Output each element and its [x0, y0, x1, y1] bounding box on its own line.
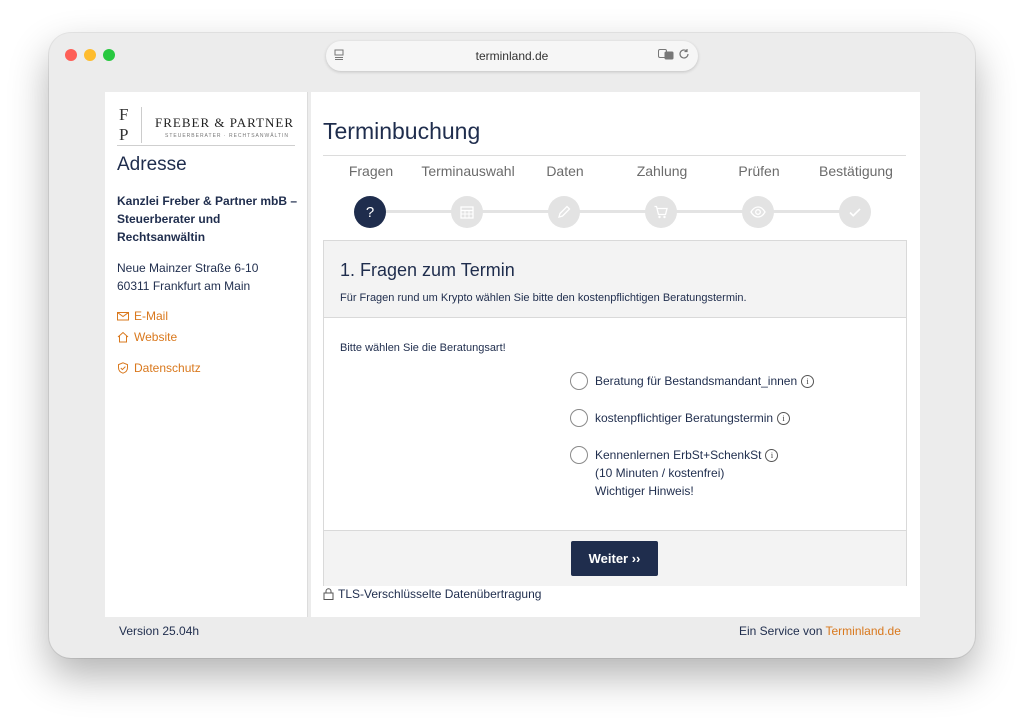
logo-divider — [141, 107, 142, 143]
title-divider — [323, 155, 906, 156]
firm-logo: F P FREBER & PARTNER STEUERBERATER · REC… — [119, 105, 299, 147]
progress-track — [367, 210, 861, 213]
shield-check-icon — [118, 362, 128, 374]
url-text[interactable]: terminland.de — [476, 49, 549, 63]
option-kostenpflichtig[interactable]: kostenpflichtiger Beratungstermin i — [570, 409, 791, 427]
info-icon[interactable]: i — [765, 449, 779, 463]
card-footer: Weiter ›› — [324, 530, 906, 586]
step-label-pruefen: Prüfen — [738, 163, 780, 179]
option-detail: (10 Minuten / kostenfrei) — [595, 466, 725, 480]
window-controls — [65, 49, 115, 61]
privacy-link[interactable]: Datenschutz — [117, 361, 201, 375]
step-daten-pencil-icon — [548, 196, 580, 228]
logo-name: FREBER & PARTNER — [155, 115, 294, 130]
card-subtitle: Für Fragen rund um Krypto wählen Sie bit… — [340, 292, 747, 304]
address-city: 60311 Frankfurt am Main — [117, 279, 251, 293]
version-label: Version 25.04h — [119, 624, 200, 638]
step-zahlung-cart-icon — [645, 196, 677, 228]
step-label-terminauswahl: Terminauswahl — [421, 163, 515, 179]
sidebar-divider — [117, 145, 295, 146]
minimize-window-button[interactable] — [84, 49, 96, 61]
tls-note: TLS-Verschlüsselte Datenübertragung — [323, 587, 541, 601]
radio-button[interactable] — [570, 446, 588, 464]
step-bestaetigung-check-icon — [839, 196, 871, 228]
card-header: 1. Fragen zum Termin Für Fragen rund um … — [324, 241, 906, 318]
step-label-bestaetigung: Bestätigung — [819, 163, 893, 179]
consultation-type-prompt: Bitte wählen Sie die Beratungsart! — [340, 342, 506, 354]
next-button[interactable]: Weiter ›› — [571, 541, 658, 576]
radio-button[interactable] — [570, 372, 588, 390]
website-link[interactable]: Website — [117, 330, 177, 344]
step-label-zahlung: Zahlung — [636, 163, 688, 179]
logo-monogram: F P — [119, 105, 129, 144]
postal-address: Neue Mainzer Straße 6-10 60311 Frankfurt… — [117, 259, 258, 295]
step-pruefen-eye-icon — [742, 196, 774, 228]
address-bar[interactable]: terminland.de — [326, 41, 698, 71]
page-title: Terminbuchung — [323, 118, 481, 144]
home-icon — [117, 331, 129, 343]
option-bestandsmandanten[interactable]: Beratung für Bestandsmandant_innen i — [570, 372, 815, 390]
option-hint-link[interactable]: Wichtiger Hinweis! — [595, 482, 778, 500]
sidebar-heading: Adresse — [117, 154, 187, 175]
option-label[interactable]: kostenpflichtiger Beratungstermin — [595, 411, 773, 425]
questions-card: 1. Fragen zum Termin Für Fragen rund um … — [323, 240, 907, 586]
close-window-button[interactable] — [65, 49, 77, 61]
firm-name: Kanzlei Freber & Partner mbB – Steuerber… — [117, 194, 298, 244]
zoom-window-button[interactable] — [103, 49, 115, 61]
step-label-fragen: Fragen — [348, 163, 394, 179]
step-label-daten: Daten — [546, 163, 584, 179]
step-fragen-question-icon: ? — [354, 196, 386, 228]
lock-icon — [323, 588, 334, 600]
reload-icon[interactable] — [678, 48, 690, 60]
translate-icon[interactable] — [658, 48, 674, 60]
radio-button[interactable] — [570, 409, 588, 427]
service-credit: Ein Service von Terminland.de — [739, 624, 901, 638]
terminland-link[interactable]: Terminland.de — [826, 624, 901, 638]
info-icon[interactable]: i — [777, 412, 791, 426]
option-label[interactable]: Beratung für Bestandsmandant_innen — [595, 374, 797, 388]
email-link[interactable]: E-Mail — [117, 309, 168, 323]
info-icon[interactable]: i — [801, 375, 815, 389]
logo-tagline: STEUERBERATER · RECHTSANWÄLTIN — [165, 133, 289, 139]
tab-overview-icon[interactable] — [334, 49, 344, 61]
address-sidebar: F P FREBER & PARTNER STEUERBERATER · REC… — [105, 92, 308, 617]
step-terminauswahl-calendar-icon — [451, 196, 483, 228]
option-label[interactable]: Kennenlernen ErbSt+SchenkSt — [595, 448, 761, 462]
address-street: Neue Mainzer Straße 6-10 — [117, 261, 259, 275]
option-kennenlernen[interactable]: Kennenlernen ErbSt+SchenkSt i (10 Minuten… — [570, 446, 779, 500]
envelope-icon — [117, 312, 129, 321]
browser-window: terminland.de F P FREBER & PARTNER STEUE… — [49, 33, 975, 658]
card-title: 1. Fragen zum Termin — [340, 260, 515, 280]
booking-panel: Terminbuchung Fragen Terminauswahl Daten… — [311, 92, 920, 617]
